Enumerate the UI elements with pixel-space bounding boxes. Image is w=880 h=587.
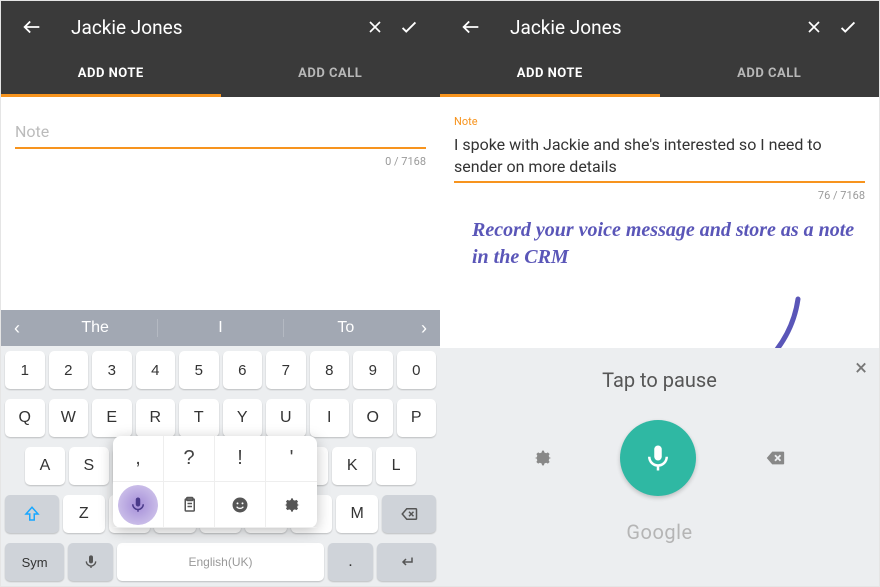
key-w[interactable]: W [49, 399, 89, 437]
key-4[interactable]: 4 [136, 351, 176, 389]
mic-button[interactable] [620, 420, 696, 496]
suggestion-word[interactable]: To [283, 319, 408, 337]
note-input[interactable]: I spoke with Jackie and she's interested… [454, 128, 865, 183]
enter-key[interactable] [377, 543, 436, 581]
note-area: Note 0 / 7168 [1, 97, 440, 168]
voice-panel: × Tap to pause Google [440, 348, 879, 586]
key-e[interactable]: E [92, 399, 132, 437]
char-counter: 76 / 7168 [454, 189, 865, 202]
back-arrow-icon[interactable] [15, 10, 49, 44]
key-row-numbers: 1 2 3 4 5 6 7 8 9 0 [1, 346, 440, 394]
note-label: Note [454, 115, 865, 128]
popup-gear-icon[interactable] [266, 482, 317, 528]
key-8[interactable]: 8 [310, 351, 350, 389]
app-header: Jackie Jones [440, 1, 879, 53]
key-u[interactable]: U [266, 399, 306, 437]
space-key[interactable]: English(UK) [117, 543, 325, 581]
suggestion-word[interactable]: I [157, 319, 282, 337]
keyboard-popup: , ? ! ' [113, 436, 317, 528]
period-key[interactable]: . [328, 543, 372, 581]
backspace-key[interactable] [382, 495, 436, 533]
key-t[interactable]: T [179, 399, 219, 437]
popup-apostrophe[interactable]: ' [266, 436, 317, 482]
app-header: Jackie Jones [1, 1, 440, 53]
tab-add-note[interactable]: ADD NOTE [1, 53, 221, 97]
left-screen: Jackie Jones ADD NOTE ADD CALL Note 0 / … [1, 1, 440, 586]
key-9[interactable]: 9 [353, 351, 393, 389]
check-icon[interactable] [392, 10, 426, 44]
tab-bar: ADD NOTE ADD CALL [1, 53, 440, 97]
key-q[interactable]: Q [5, 399, 45, 437]
key-m[interactable]: M [336, 495, 378, 533]
char-counter: 0 / 7168 [15, 155, 426, 168]
tab-bar: ADD NOTE ADD CALL [440, 53, 879, 97]
voice-key[interactable] [68, 543, 112, 581]
key-p[interactable]: P [397, 399, 437, 437]
key-2[interactable]: 2 [49, 351, 89, 389]
key-6[interactable]: 6 [223, 351, 263, 389]
contact-title: Jackie Jones [510, 16, 797, 39]
popup-exclaim[interactable]: ! [215, 436, 266, 482]
key-3[interactable]: 3 [92, 351, 132, 389]
annotation-text: Record your voice message and store as a… [472, 217, 871, 271]
voice-status: Tap to pause [440, 348, 879, 392]
close-icon[interactable] [797, 10, 831, 44]
popup-question[interactable]: ? [164, 436, 215, 482]
backspace-icon[interactable] [762, 447, 788, 469]
key-s[interactable]: S [69, 447, 109, 485]
check-icon[interactable] [831, 10, 865, 44]
key-k[interactable]: K [332, 447, 372, 485]
sym-key[interactable]: Sym [5, 543, 64, 581]
brand-label: Google [440, 520, 879, 544]
popup-clipboard-icon[interactable] [164, 482, 215, 528]
popup-mic-icon[interactable] [113, 482, 164, 528]
close-icon[interactable]: × [855, 356, 867, 381]
key-7[interactable]: 7 [266, 351, 306, 389]
key-o[interactable]: O [353, 399, 393, 437]
key-row-bottom: Sym English(UK) . [1, 538, 440, 586]
contact-title: Jackie Jones [71, 16, 358, 39]
chevron-right-icon[interactable]: › [408, 318, 440, 339]
note-input[interactable]: Note [15, 115, 426, 149]
key-5[interactable]: 5 [179, 351, 219, 389]
shift-key[interactable] [5, 495, 59, 533]
note-area: Note I spoke with Jackie and she's inter… [440, 97, 879, 202]
back-arrow-icon[interactable] [454, 10, 488, 44]
chevron-left-icon[interactable]: ‹ [1, 318, 33, 339]
tab-add-note[interactable]: ADD NOTE [440, 53, 660, 97]
key-row-q: Q W E R T Y U I O P [1, 394, 440, 442]
key-a[interactable]: A [25, 447, 65, 485]
key-l[interactable]: L [376, 447, 416, 485]
key-z[interactable]: Z [63, 495, 105, 533]
right-screen: Jackie Jones ADD NOTE ADD CALL Note I sp… [440, 1, 879, 586]
suggestion-bar: ‹ The I To › [1, 310, 440, 346]
voice-controls [440, 420, 879, 496]
keyboard: ‹ The I To › 1 2 3 4 5 6 7 8 9 0 Q W E R… [1, 310, 440, 586]
close-icon[interactable] [358, 10, 392, 44]
key-y[interactable]: Y [223, 399, 263, 437]
gear-icon[interactable] [532, 447, 554, 469]
key-r[interactable]: R [136, 399, 176, 437]
suggestion-word[interactable]: The [33, 319, 157, 337]
key-i[interactable]: I [310, 399, 350, 437]
tab-add-call[interactable]: ADD CALL [221, 53, 441, 97]
tab-add-call[interactable]: ADD CALL [660, 53, 880, 97]
popup-emoji-icon[interactable] [215, 482, 266, 528]
popup-comma[interactable]: , [113, 436, 164, 482]
key-1[interactable]: 1 [5, 351, 45, 389]
key-0[interactable]: 0 [397, 351, 437, 389]
